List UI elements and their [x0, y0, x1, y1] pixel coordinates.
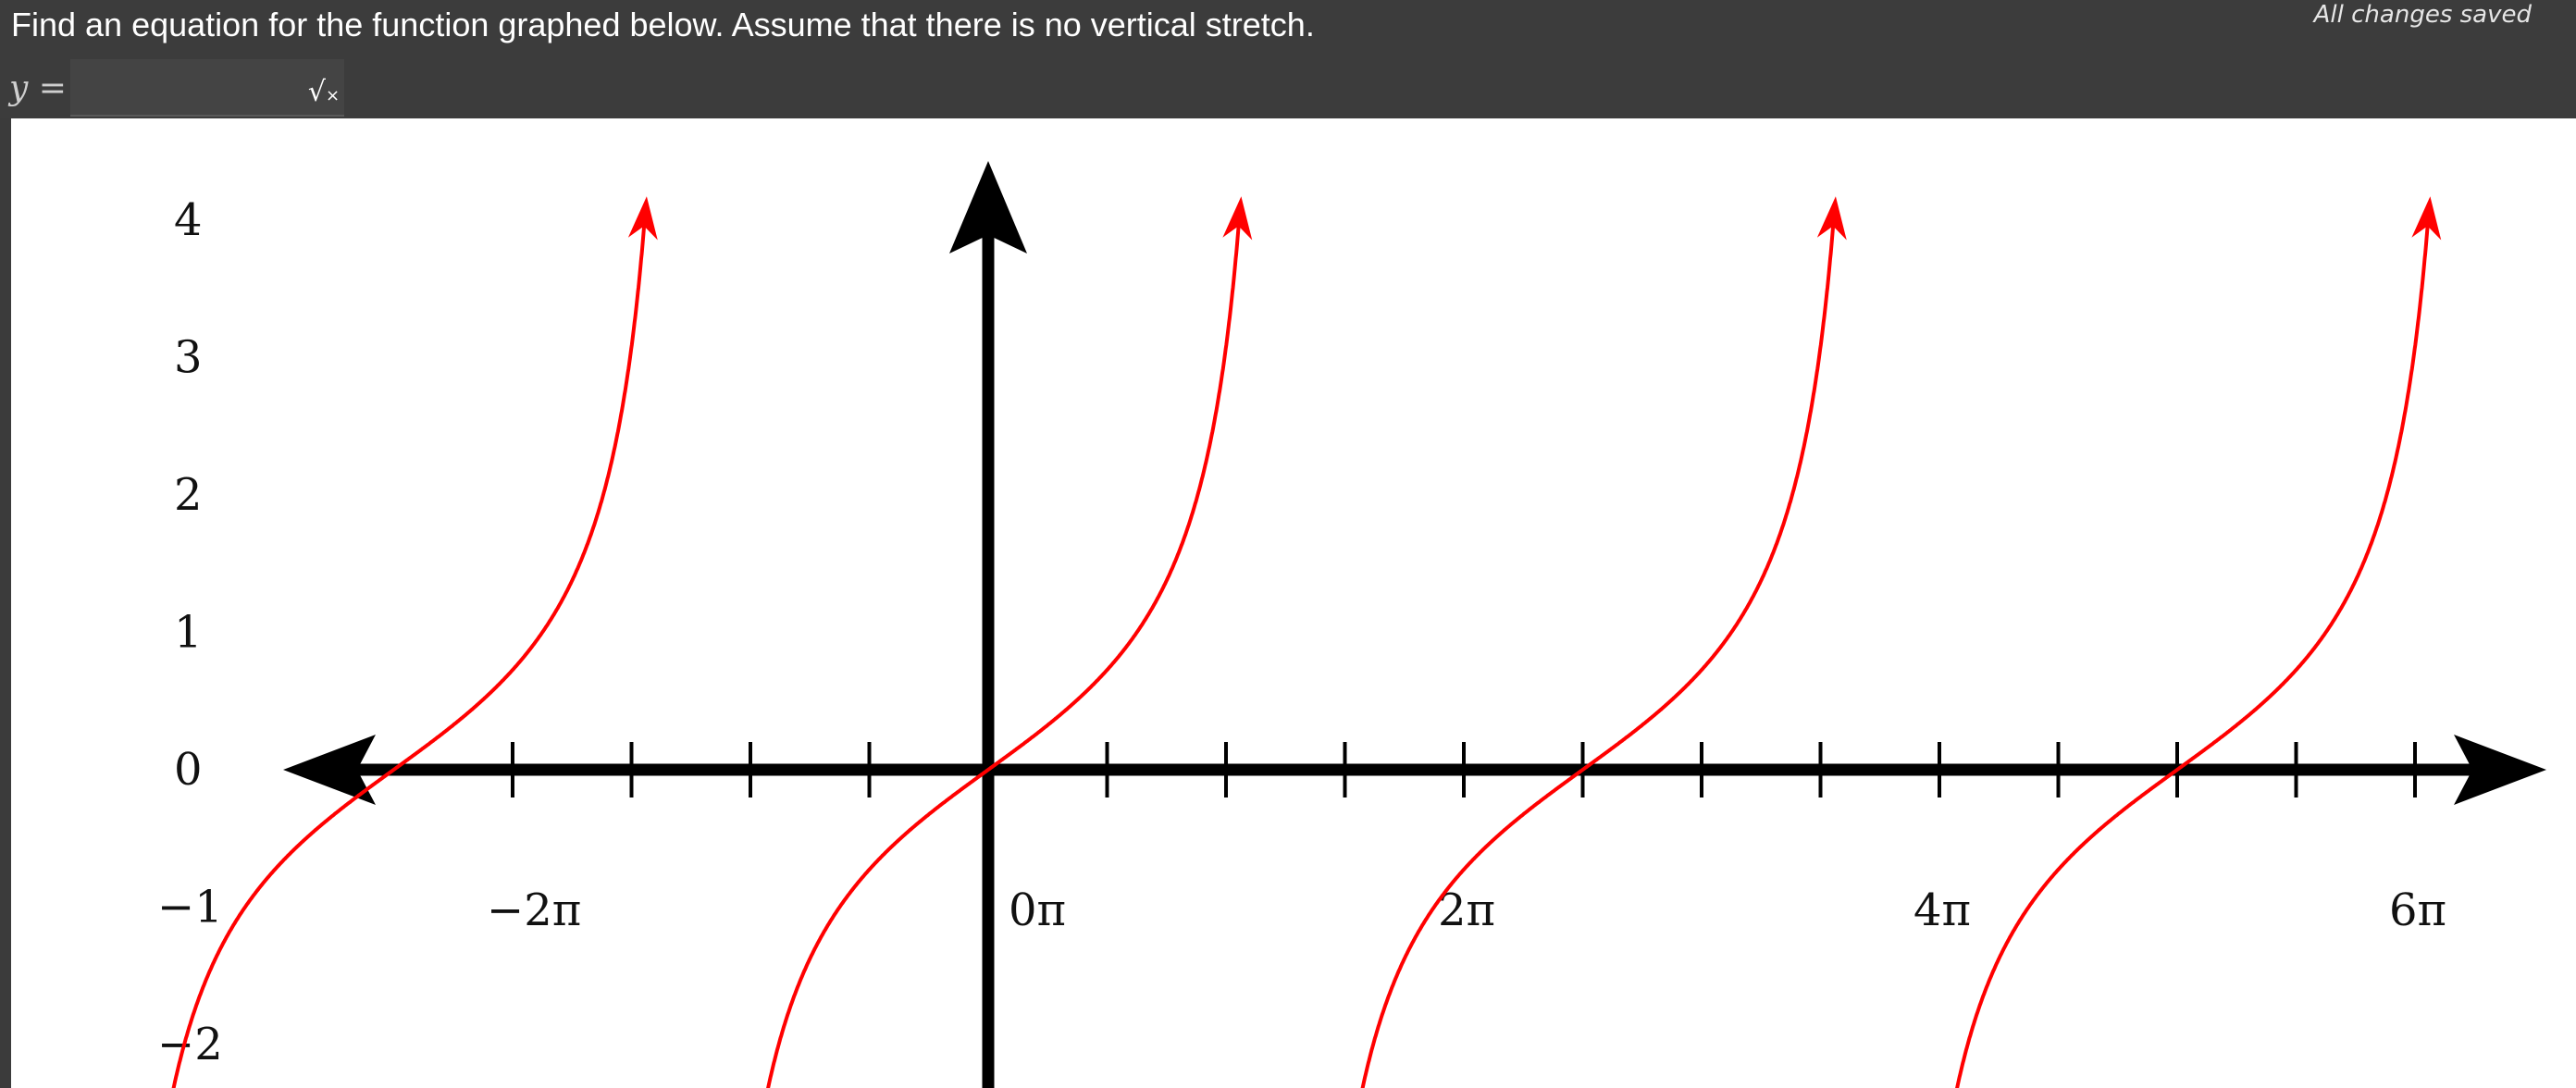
x-tick-label: 4π — [1913, 884, 1971, 936]
sqrt-icon[interactable]: √× — [303, 74, 344, 111]
sqrt-sub-symbol: × — [326, 86, 341, 105]
labels-layer: −2π 0π 2π 4π 6π43210−1−2 — [157, 194, 2446, 1070]
question-header: Find an equation for the function graphe… — [0, 0, 2576, 118]
answer-row: y = √× — [9, 59, 352, 118]
tangent-branch — [1360, 220, 1836, 1088]
y-tick-label: 0 — [174, 744, 203, 796]
tangent-chart: −2π 0π 2π 4π 6π43210−1−2 — [157, 161, 2546, 1088]
x-tick-label: 6π — [2389, 884, 2446, 936]
y-tick-label: 2 — [174, 469, 203, 521]
y-tick-label: 4 — [174, 194, 203, 246]
sqrt-symbol: √ — [307, 76, 327, 108]
x-tick-label: 0π — [1009, 884, 1066, 936]
x-tick-label: −2π — [487, 884, 581, 936]
answer-label: y = — [9, 69, 67, 107]
question-text: Find an equation for the function graphe… — [11, 6, 1315, 43]
save-status: All changes saved — [2313, 1, 2532, 29]
tangent-branch — [766, 220, 1242, 1088]
y-tick-label: 1 — [174, 607, 203, 659]
y-tick-label: −1 — [157, 882, 223, 933]
function-graph: −2π 0π 2π 4π 6π 4 3 2 1 0 −1 −2 — [11, 118, 2576, 1088]
curve-layer — [171, 196, 2442, 1088]
tangent-branch — [171, 220, 647, 1088]
y-tick-label: 3 — [174, 332, 203, 384]
axes-layer — [283, 161, 2546, 1088]
tangent-branch — [1955, 220, 2431, 1088]
